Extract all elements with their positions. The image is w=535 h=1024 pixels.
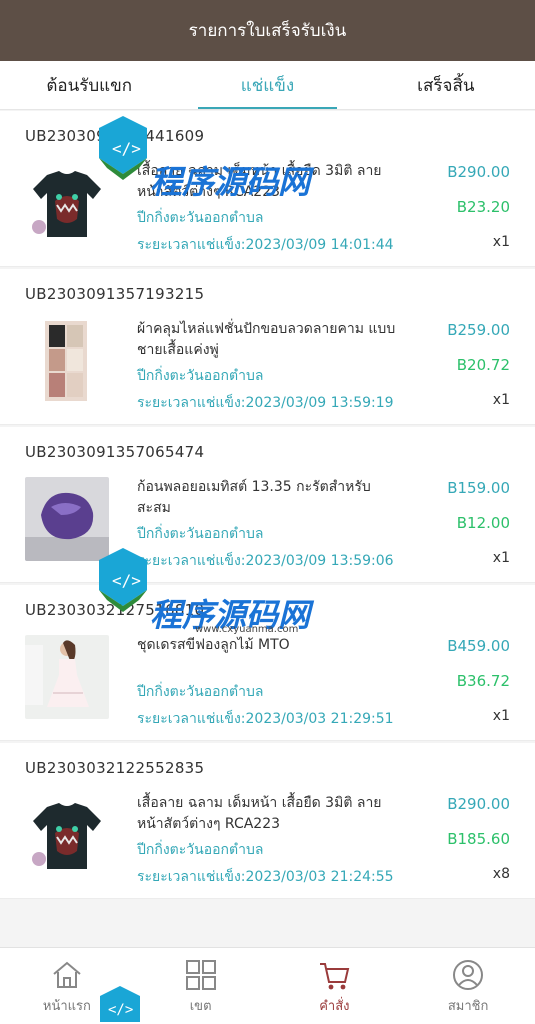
- frozen-time: ระยะเวลาแช่แข็ง:2023/03/03 21:29:51: [137, 711, 394, 727]
- product-price: B159.00: [447, 479, 510, 497]
- nav-zone[interactable]: เขต: [134, 948, 268, 1024]
- frozen-time: ระยะเวลาแช่แข็ง:2023/03/09 14:01:44: [137, 237, 394, 253]
- frozen-time: ระยะเวลาแช่แข็ง:2023/03/09 13:59:19: [137, 395, 394, 411]
- order-card[interactable]: UB2303032122552835 เสื้อลาย ฉลาม เด็มหน้…: [0, 743, 535, 899]
- quantity: x1: [492, 234, 510, 250]
- nav-orders[interactable]: คำสั่ง: [268, 948, 402, 1024]
- quantity: x1: [492, 708, 510, 724]
- product-title: ชุดเดรสขีฟองลูกไม้ MTO: [137, 637, 290, 653]
- app-header: รายการใบเสร็จรับเงิน: [0, 0, 535, 61]
- grid-icon: [185, 960, 216, 990]
- cart-icon: [320, 963, 350, 990]
- commission-amount: B185.60: [447, 830, 510, 848]
- quantity: x1: [492, 550, 510, 566]
- order-id: UB2303091357065474: [25, 443, 205, 461]
- quantity: x8: [492, 866, 510, 882]
- store-name: ปีกกิ่งตะวันออกตำบล: [137, 526, 264, 542]
- product-price: B290.00: [447, 163, 510, 181]
- store-name: ปีกกิ่งตะวันออกตำบล: [137, 210, 264, 226]
- order-card[interactable]: UB2303091357193215 ผ้าคลุมไหล่แฟชั่นปักข…: [0, 269, 535, 425]
- product-thumbnail-gem: [25, 477, 109, 561]
- tab-reception[interactable]: ต้อนรับแขก: [0, 61, 178, 109]
- commission-amount: B23.20: [456, 198, 510, 216]
- nav-label: สมาชิก: [447, 999, 489, 1014]
- product-title: ก้อนพลอยอเมทิสต์ 13.35 กะรัตสำหรับ สะสม: [137, 479, 371, 516]
- page-title: รายการใบเสร็จรับเงิน: [188, 21, 347, 41]
- user-icon: [453, 960, 484, 990]
- frozen-time: ระยะเวลาแช่แข็ง:2023/03/03 21:24:55: [137, 869, 394, 885]
- order-id: UB2303091357193215: [25, 285, 205, 303]
- nav-home[interactable]: หน้าแรก: [0, 948, 134, 1024]
- tab-completed[interactable]: เสร็จสิ้น: [357, 61, 535, 109]
- order-card[interactable]: UB2303091401441609 เสื้อลาย ฉลาม เด็มหน้…: [0, 111, 535, 267]
- quantity: x1: [492, 392, 510, 408]
- product-price: B459.00: [447, 637, 510, 655]
- order-id: UB2303091401441609: [25, 127, 205, 145]
- nav-label: คำสั่ง: [319, 999, 350, 1014]
- frozen-time: ระยะเวลาแช่แข็ง:2023/03/09 13:59:06: [137, 553, 394, 569]
- order-card[interactable]: UB2303091357065474 ก้อนพลอยอเมทิสต์ 13.3…: [0, 427, 535, 583]
- store-name: ปีกกิ่งตะวันออกตำบล: [137, 368, 264, 384]
- bottom-navigation: หน้าแรก เขต คำสั่ง สมาชิก: [0, 947, 535, 1024]
- commission-amount: B36.72: [456, 672, 510, 690]
- order-id: UB2303032122552835: [25, 759, 205, 777]
- product-title: เสื้อลาย ฉลาม เด็มหน้า เสื้อยืด 3มิติ ลา…: [137, 163, 382, 200]
- product-thumbnail-dress: [25, 635, 109, 719]
- store-name: ปีกกิ่งตะวันออกตำบล: [137, 684, 264, 700]
- order-card[interactable]: UB2303032127516810 ชุดเดรสขีฟองลูกไม้ MT…: [0, 585, 535, 741]
- status-tabs: ต้อนรับแขก แช่แข็ง เสร็จสิ้น: [0, 61, 535, 110]
- order-id: UB2303032127516810: [25, 601, 205, 619]
- order-list: UB2303091401441609 เสื้อลาย ฉลาม เด็มหน้…: [0, 111, 535, 901]
- product-price: B290.00: [447, 795, 510, 813]
- product-title: เสื้อลาย ฉลาม เด็มหน้า เสื้อยืด 3มิติ ลา…: [137, 795, 382, 832]
- product-thumbnail-shirt: [25, 793, 109, 877]
- product-thumbnail-shirt: [25, 161, 109, 245]
- nav-label: หน้าแรก: [42, 999, 91, 1014]
- commission-amount: B20.72: [456, 356, 510, 374]
- product-thumbnail-shawl: [25, 319, 109, 403]
- nav-member[interactable]: สมาชิก: [401, 948, 535, 1024]
- product-title: ผ้าคลุมไหล่แฟชั่นปักขอบลวดลายคาม แบบ ชาย…: [137, 321, 396, 358]
- commission-amount: B12.00: [456, 514, 510, 532]
- tab-frozen[interactable]: แช่แข็ง: [178, 61, 356, 109]
- store-name: ปีกกิ่งตะวันออกตำบล: [137, 842, 264, 858]
- product-price: B259.00: [447, 321, 510, 339]
- home-icon: [53, 961, 81, 988]
- nav-label: เขต: [189, 999, 212, 1014]
